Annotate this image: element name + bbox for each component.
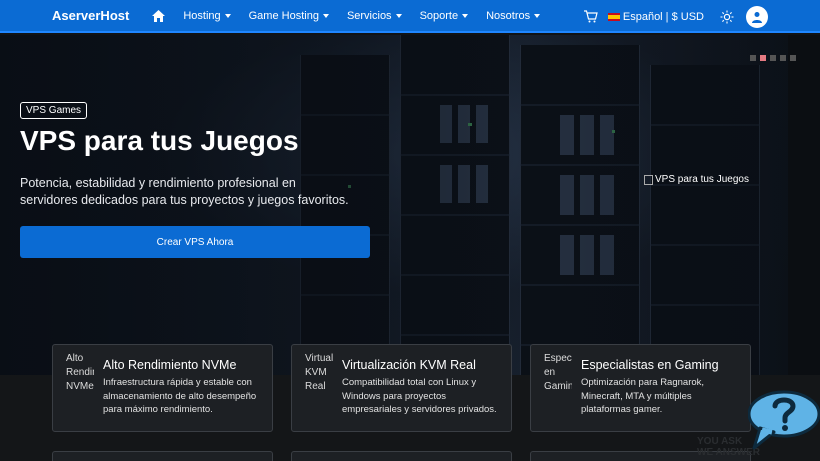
cart-icon[interactable] [583, 9, 598, 24]
nav-servicios[interactable]: Servicios [347, 10, 402, 22]
slide-dot[interactable] [780, 55, 786, 61]
hero-right-edge [788, 35, 820, 375]
nav-hosting-label: Hosting [183, 9, 221, 22]
create-vps-button[interactable]: Crear VPS Ahora [20, 226, 370, 258]
language-currency-selector[interactable]: Español | $ USD [623, 11, 704, 23]
feature-image: Virtualización KVM Real [305, 353, 333, 392]
nav-nosotros-label: Nosotros [486, 9, 531, 22]
feature-title: Alto Rendimiento NVMe [103, 358, 237, 372]
navbar-right: Español | $ USD [583, 0, 768, 33]
feature-description: Infraestructura rápida y estable con alm… [103, 377, 257, 415]
slide-dot[interactable] [750, 55, 756, 61]
chevron-down-icon [534, 13, 541, 18]
nav-game-hosting-label: Game Hosting [248, 9, 319, 22]
nav-game-hosting[interactable]: Game Hosting [249, 10, 329, 22]
chevron-down-icon [322, 13, 329, 18]
slide-indicators [746, 55, 796, 61]
chevron-down-icon [395, 13, 402, 18]
nav-hosting[interactable]: Hosting [183, 9, 231, 22]
hero-section: VPS Games VPS para tus Juegos Potencia, … [0, 35, 820, 375]
feature-card-nvme: Alto Rendimiento NVMe Alto Rendimiento N… [52, 344, 273, 432]
nav-nosotros[interactable]: Nosotros [486, 9, 541, 22]
feature-title: Especialistas en Gaming [581, 358, 719, 372]
hero-image-alt-text: VPS para tus Juegos [655, 174, 749, 185]
slide-dot[interactable] [770, 55, 776, 61]
sun-icon[interactable] [720, 10, 734, 24]
feature-card-gaming: Especialistas en Gaming Especialistas en… [530, 344, 751, 432]
user-icon[interactable] [746, 5, 768, 28]
nav-soporte[interactable]: Soporte [420, 10, 469, 22]
feature-image: Alto Rendimiento NVMe [66, 353, 94, 392]
hero-subtitle: Potencia, estabilidad y rendimiento prof… [20, 176, 349, 207]
feature-description: Optimización para Ragnarok, Minecraft, M… [581, 377, 705, 415]
slide-dot-active[interactable] [760, 55, 766, 61]
chevron-down-icon [462, 13, 469, 18]
feature-title: Virtualización KVM Real [342, 358, 476, 372]
hero-badge: VPS Games [20, 102, 88, 119]
slide-dot[interactable] [790, 55, 796, 61]
spain-flag-icon [607, 12, 620, 21]
broken-image-icon [644, 174, 653, 185]
feature-description: Compatibilidad total con Linux y Windows… [342, 377, 497, 415]
nav-soporte-label: Soporte [419, 9, 459, 22]
home-icon[interactable] [151, 9, 165, 23]
help-chat-icon[interactable] [747, 390, 820, 461]
feature-card-kvm: Virtualización KVM Real Virtualización K… [291, 344, 512, 432]
hero-title: VPS para tus Juegos [20, 125, 299, 156]
top-navbar: AserverHost Hosting Game Hosting Servici… [0, 0, 820, 33]
brand-logo[interactable]: AserverHost [52, 8, 129, 23]
feature-image: Especialistas en Gaming [544, 353, 572, 392]
feature-card-partial [291, 451, 512, 461]
hero-image: VPS para tus Juegos [644, 174, 749, 185]
chevron-down-icon [224, 13, 231, 18]
nav-servicios-label: Servicios [346, 9, 392, 22]
feature-card-partial [52, 451, 273, 461]
